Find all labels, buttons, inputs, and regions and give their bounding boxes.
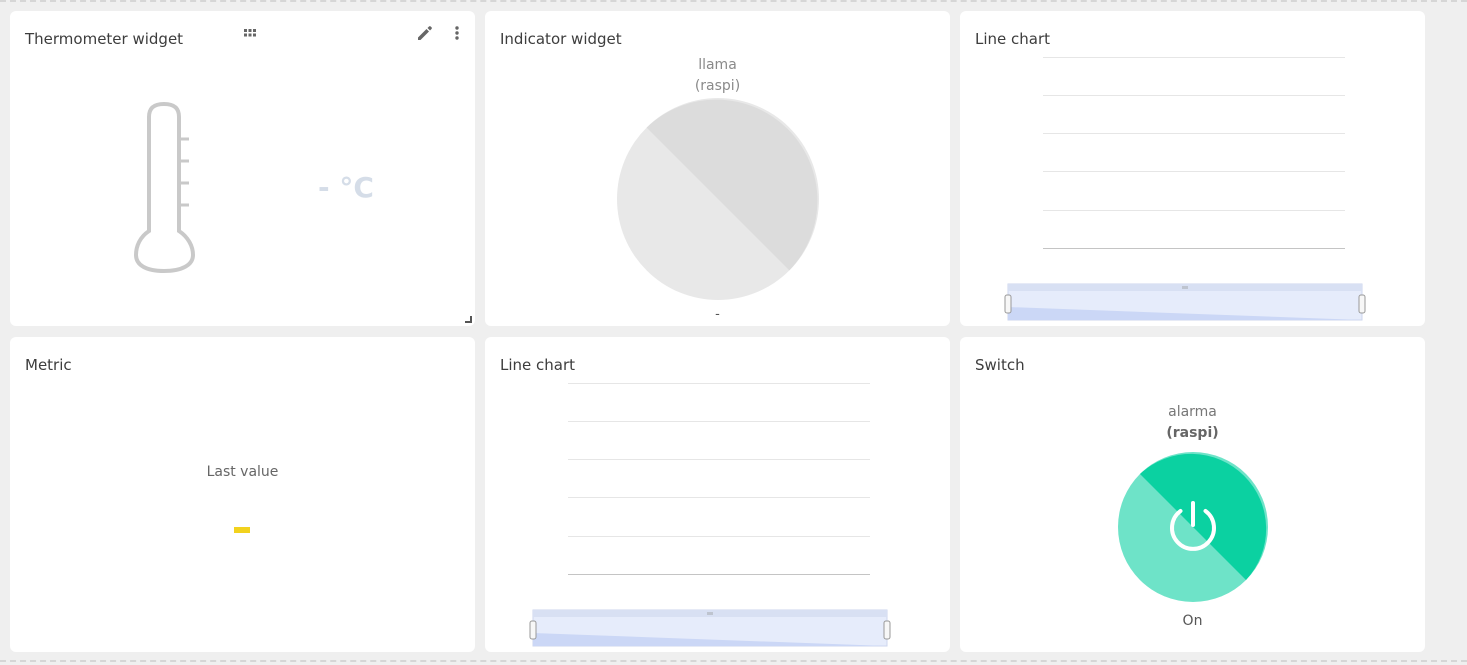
- temperature-value: - °C: [318, 171, 374, 204]
- switch-label: alarma: [1168, 404, 1217, 420]
- edit-pencil-icon[interactable]: [415, 23, 435, 43]
- switch-device: (raspi): [1166, 425, 1219, 441]
- metric-widget: Metric Last value: [10, 337, 475, 652]
- switch-button[interactable]: [1117, 451, 1269, 603]
- drag-grid-icon[interactable]: [240, 23, 260, 43]
- switch-state: On: [1182, 613, 1203, 629]
- indicator-device: (raspi): [694, 78, 741, 94]
- thermometer-icon: [133, 101, 196, 274]
- indicator-widget-title: Indicator widget: [500, 30, 622, 48]
- line-chart-plot: [1004, 57, 1366, 321]
- metric-label: Last value: [206, 464, 279, 480]
- dashboard-bottom-border: [0, 660, 1467, 662]
- thermometer-widget-title: Thermometer widget: [25, 30, 184, 48]
- metric-value: [234, 527, 250, 533]
- line-chart-widget-2: Line chart: [485, 337, 950, 652]
- metric-widget-title: Metric: [25, 356, 72, 374]
- dashboard-top-border: [0, 0, 1467, 2]
- indicator-lamp: [617, 98, 819, 300]
- thermometer-widget: Thermometer widget - °C: [10, 11, 475, 326]
- switch-widget-title: Switch: [975, 356, 1025, 374]
- chart-navigator[interactable]: [1004, 283, 1366, 321]
- chart-navigator[interactable]: [529, 609, 891, 647]
- resize-handle[interactable]: [465, 316, 472, 323]
- line-chart-widget: Line chart: [960, 11, 1425, 326]
- indicator-widget: Indicator widget llama (raspi) -: [485, 11, 950, 326]
- indicator-value: -: [715, 307, 720, 322]
- switch-widget: Switch alarma (raspi) On: [960, 337, 1425, 652]
- line-chart-plot: [529, 383, 891, 647]
- more-vertical-icon[interactable]: [447, 23, 467, 43]
- indicator-label: llama: [698, 57, 737, 73]
